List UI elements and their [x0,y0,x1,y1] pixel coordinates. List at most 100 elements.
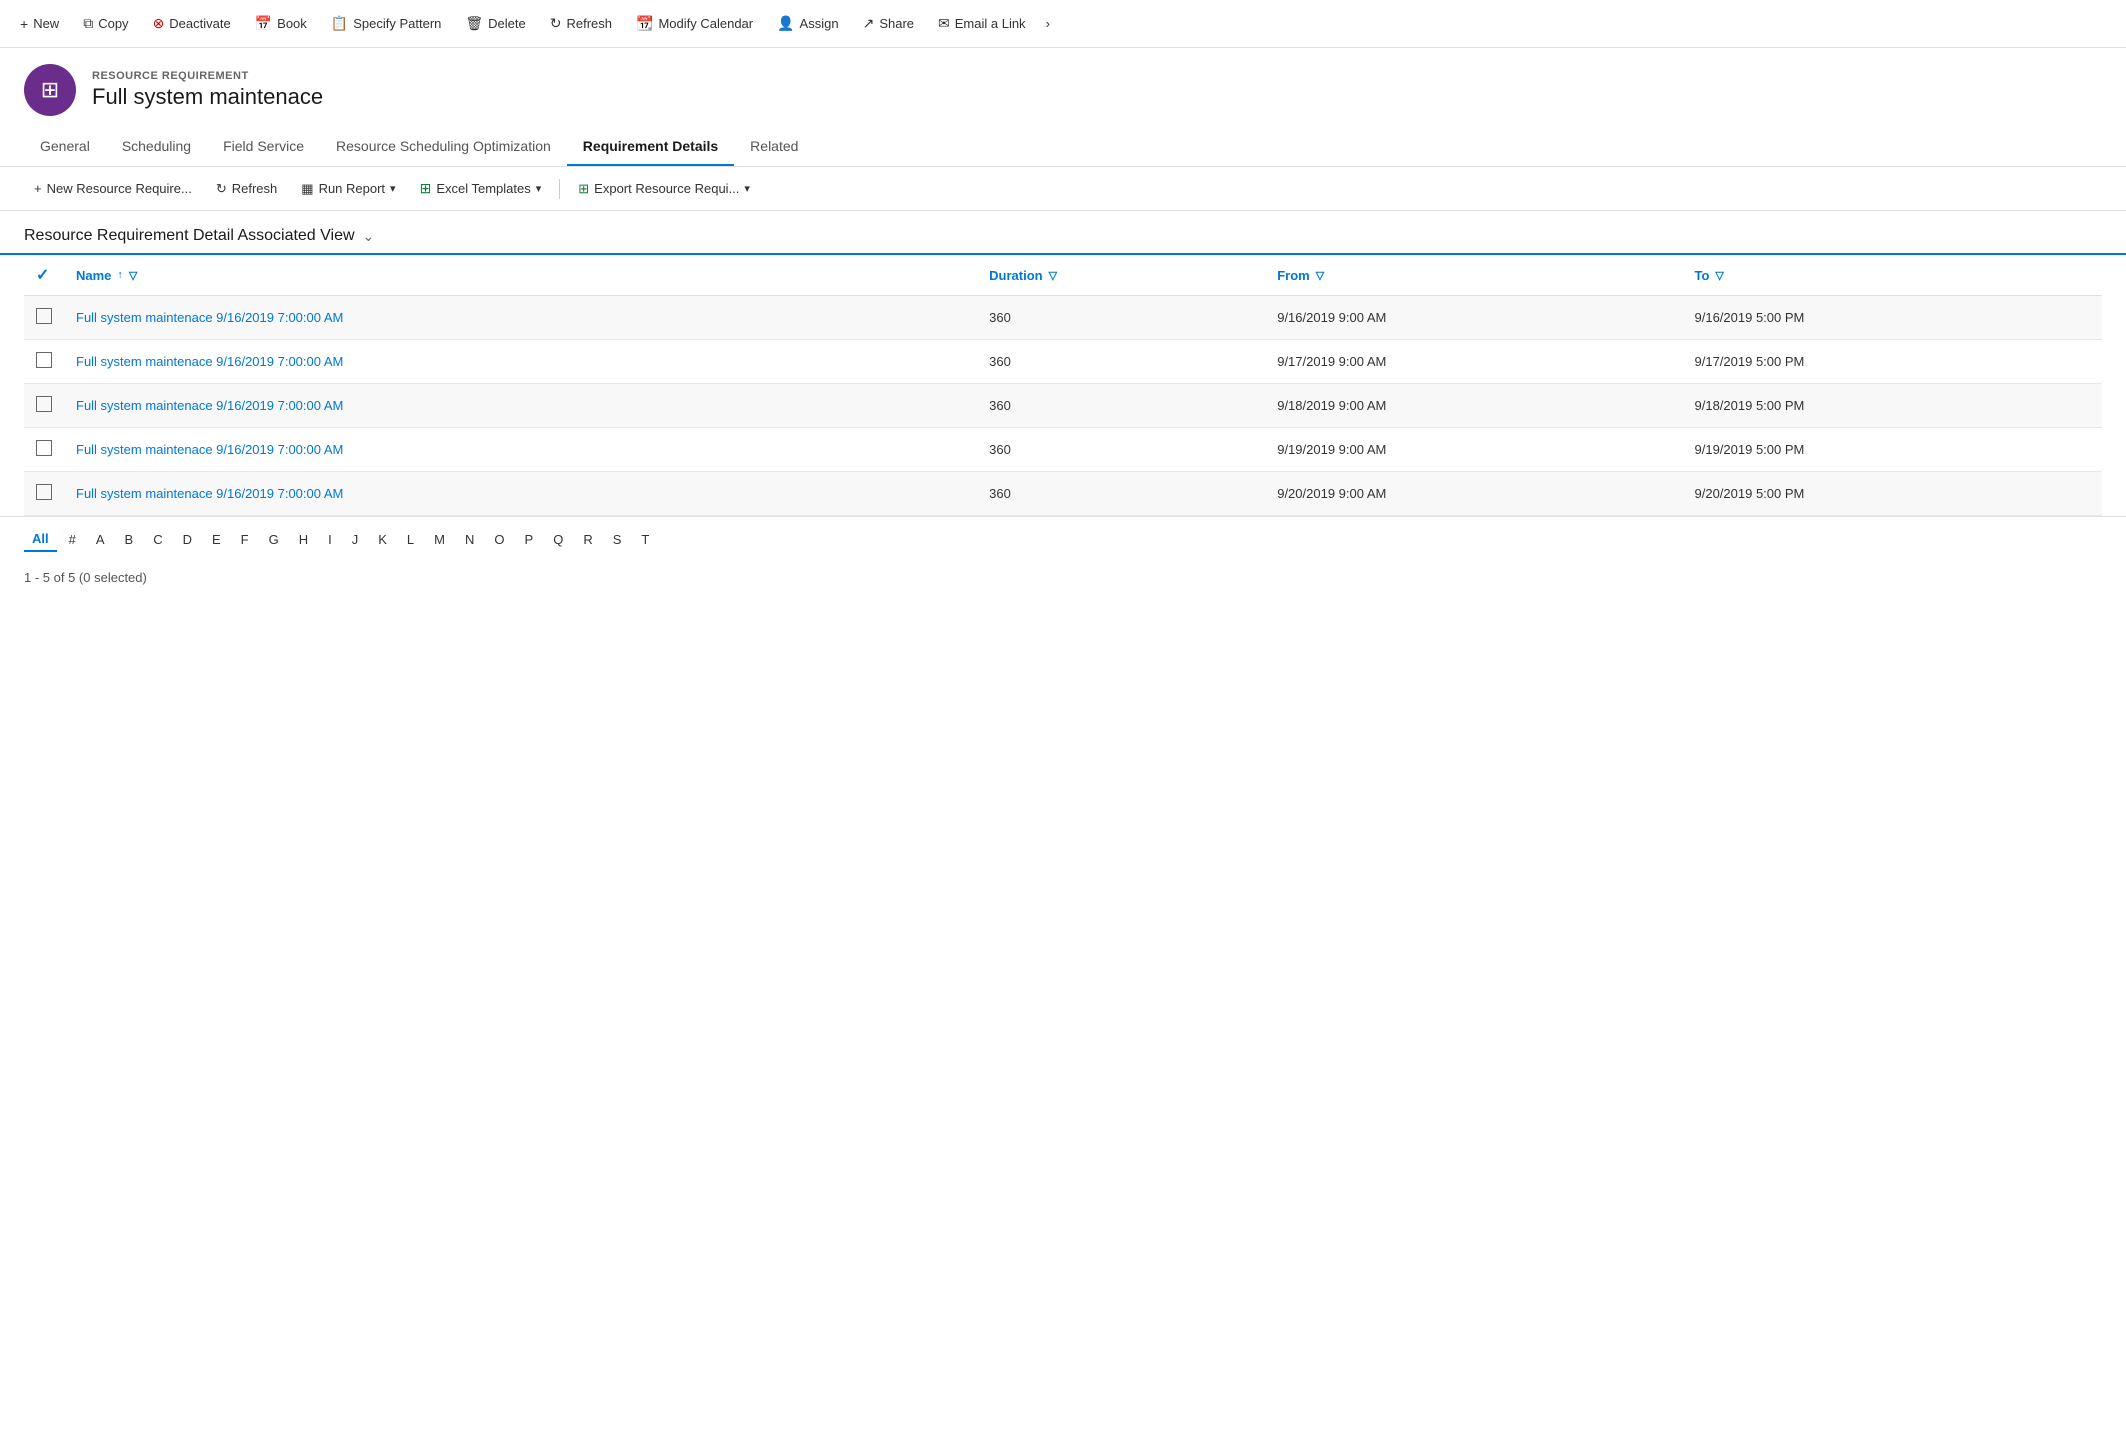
excel-templates-button[interactable]: ⊞ Excel Templates ▾ [410,175,552,202]
book-icon: 📅 [255,15,272,32]
tab-scheduling[interactable]: Scheduling [106,128,207,166]
new-resource-req-button[interactable]: + New Resource Require... [24,176,202,201]
checkbox-0[interactable] [36,308,52,324]
tabs-bar: General Scheduling Field Service Resourc… [0,128,2126,167]
sub-separator [559,179,560,199]
export-label: Export Resource Requi... [594,181,739,196]
alpha-nav-h[interactable]: H [291,528,316,551]
row-name-3[interactable]: Full system maintenace 9/16/2019 7:00:00… [64,428,977,472]
book-button[interactable]: 📅 Book [243,9,319,38]
refresh-button[interactable]: ↻ Refresh [538,9,624,38]
tab-field-service[interactable]: Field Service [207,128,320,166]
select-all-header[interactable]: ✓ [24,255,64,296]
row-checkbox-1[interactable] [24,340,64,384]
share-icon: ↗ [863,15,875,32]
sub-refresh-button[interactable]: ↻ Refresh [206,176,287,202]
alpha-nav-d[interactable]: D [175,528,200,551]
alpha-nav-n[interactable]: N [457,528,482,551]
assign-button[interactable]: 👤 Assign [765,9,850,38]
table-row: Full system maintenace 9/16/2019 7:00:00… [24,340,2102,384]
row-from-2: 9/18/2019 9:00 AM [1265,384,1682,428]
new-button[interactable]: + New [8,10,71,38]
run-report-button[interactable]: ▦ Run Report ▾ [291,176,405,202]
email-link-button[interactable]: ✉ Email a Link [926,9,1038,38]
duration-col-label: Duration [989,268,1042,283]
alpha-nav-all[interactable]: All [24,527,57,552]
row-checkbox-2[interactable] [24,384,64,428]
tab-related[interactable]: Related [734,128,814,166]
checkbox-2[interactable] [36,396,52,412]
modify-calendar-button[interactable]: 📆 Modify Calendar [624,9,765,38]
new-resource-label: New Resource Require... [47,181,192,196]
tab-resource-scheduling[interactable]: Resource Scheduling Optimization [320,128,567,166]
export-icon: ⊞ [578,181,589,197]
new-label: New [33,16,59,31]
specify-pattern-button[interactable]: 📋 Specify Pattern [319,9,454,38]
tab-general[interactable]: General [24,128,106,166]
row-duration-2: 360 [977,384,1265,428]
plus-icon: + [20,16,28,32]
row-to-0: 9/16/2019 5:00 PM [1683,296,2103,340]
alpha-nav-s[interactable]: S [605,528,630,551]
alpha-nav-g[interactable]: G [261,528,287,551]
refresh-icon: ↻ [550,15,562,32]
checkbox-4[interactable] [36,484,52,500]
table-row: Full system maintenace 9/16/2019 7:00:00… [24,296,2102,340]
row-from-3: 9/19/2019 9:00 AM [1265,428,1682,472]
row-checkbox-0[interactable] [24,296,64,340]
view-title-chevron[interactable]: ⌄ [363,228,375,245]
row-name-2[interactable]: Full system maintenace 9/16/2019 7:00:00… [64,384,977,428]
record-type: RESOURCE REQUIREMENT [92,70,323,82]
alpha-nav-e[interactable]: E [204,528,229,551]
alpha-nav-o[interactable]: O [486,528,512,551]
check-all-icon[interactable]: ✓ [36,267,49,284]
alpha-nav-b[interactable]: B [117,528,142,551]
sub-refresh-icon: ↻ [216,181,227,197]
to-filter-icon[interactable]: ▽ [1715,269,1723,282]
duration-col-header: Duration ▽ [977,255,1265,296]
alpha-nav-q[interactable]: Q [545,528,571,551]
share-label: Share [879,16,914,31]
row-name-1[interactable]: Full system maintenace 9/16/2019 7:00:00… [64,340,977,384]
row-checkbox-4[interactable] [24,472,64,516]
to-col-label: To [1695,268,1710,283]
alpha-nav-f[interactable]: F [233,528,257,551]
name-filter-icon[interactable]: ▽ [129,269,137,282]
delete-button[interactable]: 🗑 Delete [453,9,537,38]
from-col-header: From ▽ [1265,255,1682,296]
checkbox-3[interactable] [36,440,52,456]
run-report-label: Run Report [319,181,385,196]
excel-templates-label: Excel Templates [436,181,530,196]
name-sort-icon[interactable]: ↑ [117,269,123,281]
alpha-nav-j[interactable]: J [344,528,367,551]
alpha-nav-a[interactable]: A [88,528,113,551]
alpha-nav-p[interactable]: P [517,528,542,551]
copy-button[interactable]: ⧉ Copy [71,9,140,38]
tab-requirement-details[interactable]: Requirement Details [567,128,734,166]
checkbox-1[interactable] [36,352,52,368]
row-duration-1: 360 [977,340,1265,384]
row-name-4[interactable]: Full system maintenace 9/16/2019 7:00:00… [64,472,977,516]
share-button[interactable]: ↗ Share [851,9,926,38]
alpha-nav-#[interactable]: # [61,528,84,551]
alpha-nav-i[interactable]: I [320,528,340,551]
sub-refresh-label: Refresh [232,181,278,196]
more-button[interactable]: › [1038,10,1058,37]
alpha-nav-t[interactable]: T [633,528,657,551]
alpha-nav-m[interactable]: M [426,528,453,551]
from-filter-icon[interactable]: ▽ [1316,269,1324,282]
main-toolbar: + New ⧉ Copy ⊗ Deactivate 📅 Book 📋 Speci… [0,0,2126,48]
export-button[interactable]: ⊞ Export Resource Requi... ▾ [568,176,760,202]
alpha-nav-l[interactable]: L [399,528,422,551]
row-from-0: 9/16/2019 9:00 AM [1265,296,1682,340]
deactivate-button[interactable]: ⊗ Deactivate [141,9,243,38]
assign-label: Assign [800,16,839,31]
alpha-nav-r[interactable]: R [575,528,600,551]
duration-filter-icon[interactable]: ▽ [1049,269,1057,282]
alpha-nav-k[interactable]: K [370,528,395,551]
row-checkbox-3[interactable] [24,428,64,472]
record-title: Full system maintenace [92,84,323,110]
row-name-0[interactable]: Full system maintenace 9/16/2019 7:00:00… [64,296,977,340]
email-icon: ✉ [938,15,950,32]
alpha-nav-c[interactable]: C [145,528,170,551]
